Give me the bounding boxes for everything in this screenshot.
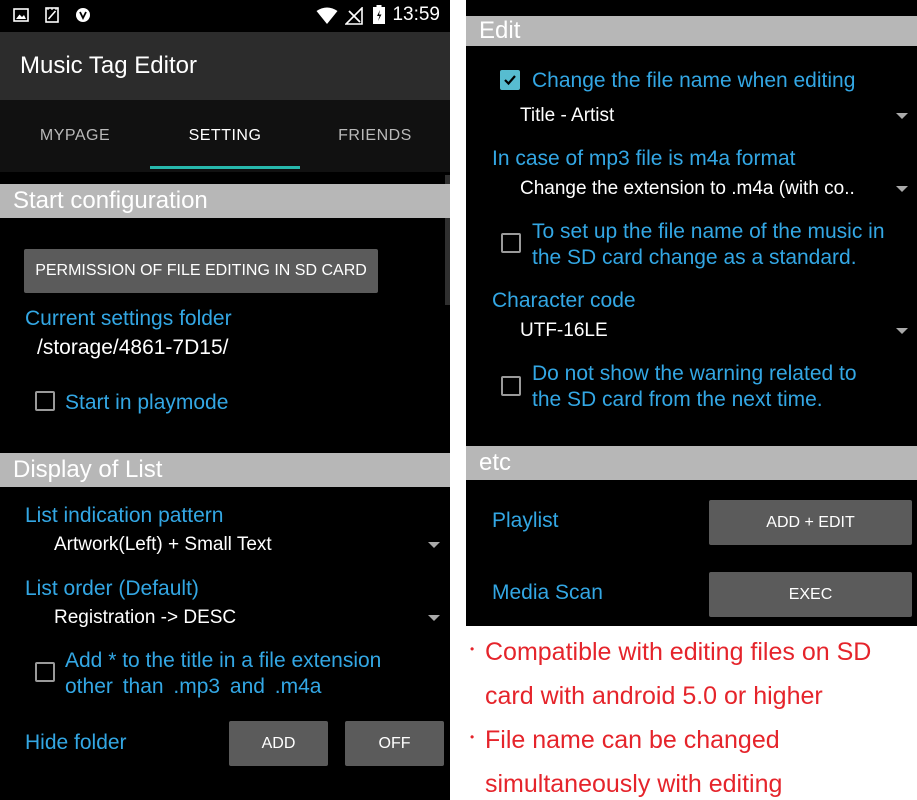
filename-pattern-value: Title - Artist [520,105,615,126]
mp3-m4a-label: In case of mp3 file is m4a format [492,147,796,170]
current-folder-label: Current settings folder [25,307,232,330]
playlist-label: Playlist [492,509,559,532]
charset-dropdown[interactable]: UTF-16LE [506,316,917,346]
warning-checkbox[interactable] [501,376,521,396]
status-time: 13:59 [392,4,440,25]
add-star-checkbox[interactable] [35,662,55,682]
charset-value: UTF-16LE [520,320,608,341]
bullet-icon: • [470,730,475,744]
media-scan-exec-button[interactable]: EXEC [709,572,912,617]
filename-pattern-dropdown[interactable]: Title - Artist [506,101,917,131]
permission-sd-button[interactable]: PERMISSION OF FILE EDITING IN SD CARD [24,249,378,293]
checkmark-icon [504,75,516,86]
display-of-list-header: Display of List [0,453,450,487]
note1-line1: Compatible with editing files on SD [485,638,872,666]
list-order-dropdown[interactable]: Registration -> DESC [40,603,450,633]
bullet-icon: • [470,642,475,656]
notes-panel: • Compatible with editing files on SD ca… [466,626,917,800]
list-pattern-label: List indication pattern [25,504,224,527]
mp3-m4a-value: Change the extension to .m4a (with co.. [520,178,855,199]
warning-label-line1[interactable]: Do not show the warning related to [532,361,857,387]
etc-header: etc [466,446,917,480]
list-order-value: Registration -> DESC [54,607,237,628]
hide-folder-off-button[interactable]: OFF [345,721,444,766]
playlist-add-edit-button[interactable]: ADD + EDIT [709,500,912,545]
playmode-checkbox[interactable] [35,391,55,411]
wifi-icon [316,7,338,24]
app-title: Music Tag Editor [20,52,197,79]
no-signal-icon [345,7,363,25]
note1-line2: card with android 5.0 or higher [485,682,823,710]
app-bar: Music Tag Editor [0,32,450,100]
warning-label-line2[interactable]: the SD card from the next time. [532,387,823,413]
note2-line2: simultaneously with editing [485,770,783,798]
hide-folder-label: Hide folder [25,731,127,754]
playmode-label[interactable]: Start in playmode [65,390,228,416]
dropdown-arrow-icon [896,113,908,119]
add-star-label-line2[interactable]: other than .mp3 and .m4a [65,674,322,700]
shield-icon [76,8,90,22]
note2-line1: File name can be changed [485,726,780,754]
tab-friends[interactable]: FRIENDS [300,100,450,172]
tab-bar: MYPAGE SETTING FRIENDS [0,100,450,172]
edit-header: Edit [466,16,917,46]
add-star-label-line1[interactable]: Add * to the title in a file extension [65,648,381,674]
list-pattern-value: Artwork(Left) + Small Text [54,534,272,555]
list-pattern-dropdown[interactable]: Artwork(Left) + Small Text [40,530,450,560]
change-filename-checkbox[interactable] [500,70,520,90]
status-bar: 13:59 [0,0,450,32]
charset-label: Character code [492,289,636,312]
list-order-label: List order (Default) [25,577,199,600]
sd-standard-label-line2[interactable]: the SD card change as a standard. [532,245,857,271]
battery-icon [373,5,385,24]
dropdown-arrow-icon [428,542,440,548]
sd-standard-checkbox[interactable] [501,233,521,253]
sd-standard-label-line1[interactable]: To set up the file name of the music in [532,219,885,245]
dropdown-arrow-icon [896,186,908,192]
tab-indicator [150,166,300,169]
current-folder-value: /storage/4861-7D15/ [37,336,229,359]
right-screen: Edit Change the file name when editing T… [466,0,917,800]
notes-icon [45,7,59,23]
tab-setting[interactable]: SETTING [150,100,300,172]
mp3-m4a-dropdown[interactable]: Change the extension to .m4a (with co.. [506,174,917,204]
left-screen: 13:59 Music Tag Editor MYPAGE SETTING FR… [0,0,450,800]
start-configuration-header: Start configuration [0,184,450,218]
image-icon [13,8,29,22]
dropdown-arrow-icon [896,328,908,334]
hide-folder-add-button[interactable]: ADD [229,721,328,766]
tab-mypage[interactable]: MYPAGE [0,100,150,172]
media-scan-label: Media Scan [492,581,603,604]
change-filename-label[interactable]: Change the file name when editing [532,68,855,94]
dropdown-arrow-icon [428,615,440,621]
